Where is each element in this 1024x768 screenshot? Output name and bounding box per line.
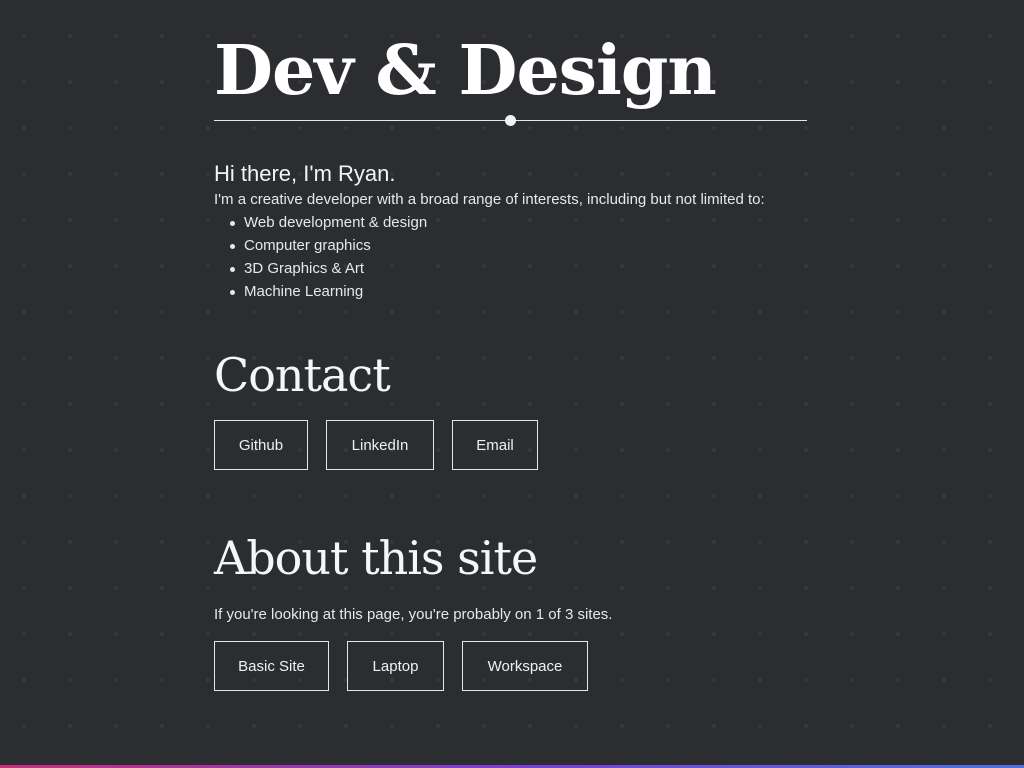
- site-buttons: Basic Site Laptop Workspace: [214, 641, 588, 691]
- about-text: If you're looking at this page, you're p…: [214, 606, 613, 623]
- workspace-button[interactable]: Workspace: [462, 641, 588, 691]
- contact-heading: Contact: [214, 348, 391, 402]
- list-item: Web development & design: [229, 211, 427, 234]
- list-item: Machine Learning: [229, 280, 427, 303]
- laptop-button[interactable]: Laptop: [347, 641, 444, 691]
- greeting: Hi there, I'm Ryan.: [214, 161, 396, 186]
- linkedin-button[interactable]: LinkedIn: [326, 420, 434, 470]
- about-heading: About this site: [214, 531, 538, 585]
- site-title: Dev & Design: [214, 31, 717, 111]
- email-button[interactable]: Email: [452, 420, 538, 470]
- list-item: 3D Graphics & Art: [229, 257, 427, 280]
- interests-list: Web development & design Computer graphi…: [214, 211, 427, 303]
- intro-text: I'm a creative developer with a broad ra…: [214, 191, 765, 208]
- list-item: Computer graphics: [229, 234, 427, 257]
- contact-buttons: Github LinkedIn Email: [214, 420, 538, 470]
- divider-dot: [505, 115, 516, 126]
- basic-site-button[interactable]: Basic Site: [214, 641, 329, 691]
- github-button[interactable]: Github: [214, 420, 308, 470]
